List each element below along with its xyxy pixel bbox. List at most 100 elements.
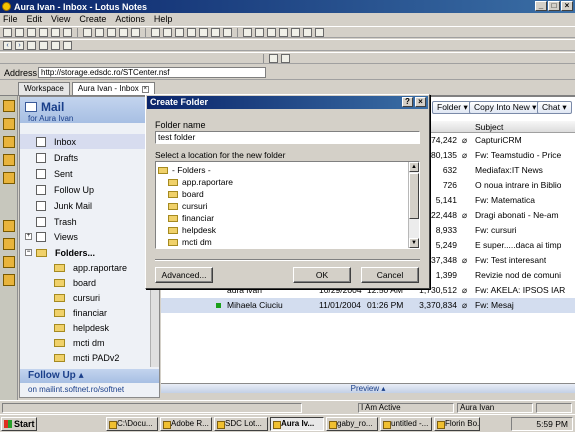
tree-item[interactable]: cursuri: [168, 200, 208, 212]
toolbar-icon[interactable]: [95, 27, 104, 37]
taskbar-item-active[interactable]: Aura Iv...: [270, 417, 324, 431]
search-icon[interactable]: [63, 40, 72, 50]
presence-status[interactable]: I Am Active: [358, 403, 454, 413]
menu-view[interactable]: View: [51, 14, 70, 24]
nav-item-inbox[interactable]: Inbox: [20, 134, 159, 149]
navigator-footer[interactable]: Follow Up ▴: [20, 369, 159, 383]
toolbar-icon[interactable]: [107, 27, 116, 37]
close-tab-icon[interactable]: ×: [141, 85, 149, 93]
toolbar-icon[interactable]: [51, 27, 60, 37]
nav-item-sent[interactable]: Sent: [20, 166, 159, 181]
scroll-up-icon[interactable]: ▲: [409, 162, 419, 172]
bookmark-icon[interactable]: [3, 220, 15, 232]
nav-folder-financiar[interactable]: financiar: [20, 305, 159, 320]
home-icon[interactable]: [51, 40, 60, 50]
bookmark-icon[interactable]: [3, 238, 15, 250]
bookmark-icon[interactable]: [3, 118, 15, 130]
tree-item-folders-root[interactable]: - Folders -: [158, 164, 211, 176]
toolbar-icon[interactable]: [131, 27, 140, 37]
toolbar-icon[interactable]: [63, 27, 72, 37]
tree-item[interactable]: app.raportare: [168, 176, 233, 188]
nav-item-trash[interactable]: Trash: [20, 214, 159, 229]
toolbar-icon[interactable]: [175, 27, 184, 37]
maximize-button[interactable]: □: [548, 1, 560, 11]
menu-create[interactable]: Create: [79, 14, 106, 24]
chat-button[interactable]: Chat ▾: [537, 101, 572, 114]
menu-actions[interactable]: Actions: [115, 14, 145, 24]
taskbar-item[interactable]: Florin Bo...: [434, 417, 480, 431]
collapse-icon[interactable]: −: [25, 249, 32, 256]
tab-inbox[interactable]: Aura Ivan - Inbox ×: [71, 82, 155, 95]
nav-folder-mcti-dm[interactable]: mcti dm: [20, 335, 159, 350]
toolbar-icon[interactable]: [211, 27, 220, 37]
bookmark-icon[interactable]: [3, 256, 15, 268]
bookmark-icon[interactable]: [3, 274, 15, 286]
expand-icon[interactable]: +: [25, 233, 32, 240]
tree-item[interactable]: mcti dm: [168, 236, 212, 248]
tree-item[interactable]: financiar: [168, 212, 214, 224]
user-status[interactable]: Aura Ivan: [457, 403, 533, 413]
advanced-button[interactable]: Advanced...: [155, 267, 213, 283]
taskbar-item[interactable]: C:\Docu...: [106, 417, 158, 431]
toolbar-icon[interactable]: [163, 27, 172, 37]
nav-folder-cursuri[interactable]: cursuri: [20, 290, 159, 305]
copy-into-new-button[interactable]: Copy Into New ▾: [469, 101, 542, 114]
taskbar-item[interactable]: gaby_ro...: [326, 417, 378, 431]
bookmark-icon[interactable]: [3, 136, 15, 148]
toolbar-icon[interactable]: [315, 27, 324, 37]
forward-icon[interactable]: ›: [15, 40, 24, 50]
taskbar-item[interactable]: untitled -...: [380, 417, 432, 431]
inbox-status[interactable]: [536, 403, 572, 413]
scroll-down-icon[interactable]: ▼: [409, 238, 419, 248]
toolbar-icon[interactable]: [39, 27, 48, 37]
stop-icon[interactable]: [27, 40, 36, 50]
tree-item[interactable]: helpdesk: [168, 224, 216, 236]
bookmark-icon[interactable]: [3, 172, 15, 184]
back-icon[interactable]: ‹: [3, 40, 12, 50]
tree-item[interactable]: board: [168, 188, 204, 200]
taskbar-item[interactable]: Adobe R...: [160, 417, 212, 431]
folder-name-input[interactable]: test folder: [155, 131, 420, 144]
nav-item-follow-up[interactable]: Follow Up: [20, 182, 159, 197]
tab-workspace[interactable]: Workspace: [18, 82, 70, 95]
search-icon[interactable]: [303, 27, 312, 37]
minimize-button[interactable]: _: [535, 1, 547, 11]
address-input[interactable]: http://storage.edsdc.ro/STCenter.nsf: [38, 67, 266, 78]
toolbar-icon[interactable]: [255, 27, 264, 37]
toolbar-icon[interactable]: [281, 53, 290, 63]
toolbar-icon[interactable]: [199, 27, 208, 37]
table-row[interactable]: Mihaela Ciuciu 11/01/2004 01:26 PM 3,370,83…: [161, 298, 575, 313]
cancel-button[interactable]: Cancel: [361, 267, 419, 283]
toolbar-icon[interactable]: [223, 27, 232, 37]
nav-item-views[interactable]: + Views: [20, 229, 159, 244]
tree-scrollbar[interactable]: ▲ ▼: [408, 162, 419, 248]
nav-folder-mcti-padv2[interactable]: mcti PADv2: [20, 350, 159, 365]
toolbar-icon[interactable]: [187, 27, 196, 37]
toolbar-icon[interactable]: [15, 27, 24, 37]
scroll-thumb[interactable]: [409, 173, 419, 219]
menu-file[interactable]: File: [3, 14, 18, 24]
column-subject[interactable]: Subject: [475, 122, 503, 132]
nav-item-drafts[interactable]: Drafts: [20, 150, 159, 165]
help-button[interactable]: ?: [402, 97, 413, 107]
refresh-icon[interactable]: [39, 40, 48, 50]
nav-item-folders[interactable]: − Folders...: [20, 245, 159, 260]
taskbar-item[interactable]: SDC Lot...: [214, 417, 268, 431]
folder-button[interactable]: Folder ▾: [432, 101, 473, 114]
toolbar-icon[interactable]: [27, 27, 36, 37]
menu-edit[interactable]: Edit: [27, 14, 43, 24]
ok-button[interactable]: OK: [293, 267, 351, 283]
nav-folder-board[interactable]: board: [20, 275, 159, 290]
toolbar-icon[interactable]: [267, 27, 276, 37]
nav-item-junk-mail[interactable]: Junk Mail: [20, 198, 159, 213]
bookmark-icon[interactable]: [3, 100, 15, 112]
dialog-close-button[interactable]: ×: [415, 97, 426, 107]
toolbar-icon[interactable]: [243, 27, 252, 37]
toolbar-icon[interactable]: [3, 27, 12, 37]
nav-folder-app-raportare[interactable]: app.raportare: [20, 260, 159, 275]
nav-folder-helpdesk[interactable]: helpdesk: [20, 320, 159, 335]
start-button[interactable]: Start: [1, 417, 37, 431]
bookmark-icon[interactable]: [3, 154, 15, 166]
toolbar-icon[interactable]: [291, 27, 300, 37]
folder-location-tree[interactable]: - Folders - app.raportare board cursuri …: [155, 161, 420, 249]
